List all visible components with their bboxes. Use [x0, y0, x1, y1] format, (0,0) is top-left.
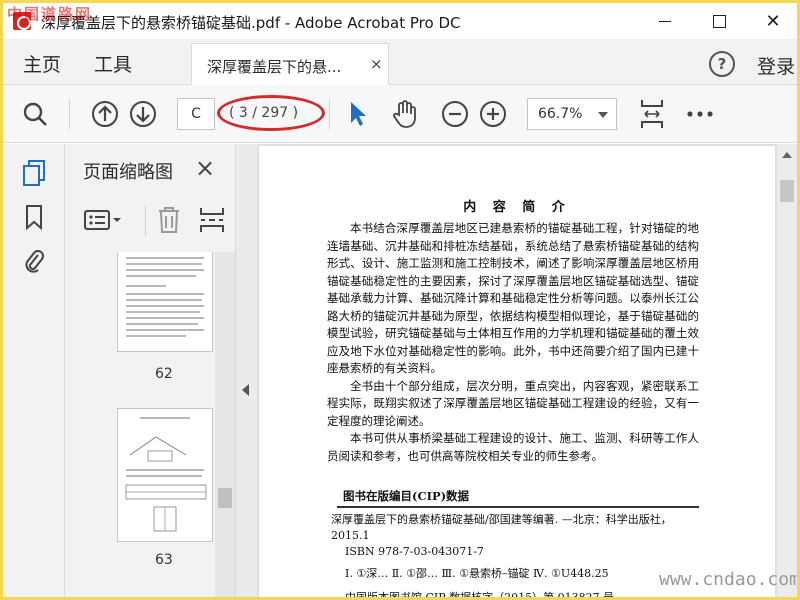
chevron-down-icon — [598, 112, 608, 118]
thumbnail-scroll-thumb[interactable] — [218, 488, 232, 508]
window-title: 深厚覆盖层下的悬索桥锚碇基础.pdf - Adobe Acrobat Pro D… — [41, 14, 461, 32]
body-paragraph: 本书结合深厚覆盖层地区已建悬索桥的锚碇基础工程，针对锚碇的地连墙基础、沉井基础和… — [327, 221, 699, 375]
watermark-top: 中国道路网 — [7, 5, 93, 23]
login-button[interactable]: 登录 — [757, 52, 795, 79]
cip-line: 深厚覆盖层下的悬索桥锚碇基础/邵国建等编著. —北京：科学出版社， — [331, 513, 672, 526]
close-window-button[interactable]: ✕ — [751, 3, 795, 39]
document-area: 内 容 简 介 本书结合深厚覆盖层地区已建悬索桥的锚碇基础工程，针对锚碇的地连墙… — [257, 144, 797, 600]
tab-tools[interactable]: 工具 — [94, 50, 132, 77]
thumbnail-page-number: 62 — [155, 366, 173, 382]
page-thumbnails-icon[interactable] — [19, 158, 49, 188]
zoom-out-icon[interactable] — [438, 97, 472, 131]
minimize-button[interactable] — [643, 3, 687, 39]
collapse-panel-icon[interactable] — [242, 384, 249, 396]
thumbnail-page[interactable] — [117, 408, 213, 542]
toolbar: C ( 3 / 297 ) 66.7% — [3, 85, 797, 143]
window-frame: 深厚覆盖层下的悬索桥锚碇基础.pdf - Adobe Acrobat Pro D… — [0, 0, 800, 600]
document-tab-label: 深厚覆盖层下的悬... — [207, 58, 342, 76]
zoom-level-value: 66.7% — [538, 106, 583, 122]
thumbnail-scrollbar[interactable] — [215, 252, 235, 597]
insert-page-icon[interactable] — [199, 206, 225, 238]
thumbnail-panel: 页面缩略图 × 62 63 — [65, 144, 235, 597]
document-tab[interactable]: 深厚覆盖层下的悬... × — [191, 43, 389, 85]
help-icon[interactable]: ? — [709, 51, 735, 77]
cip-rule — [337, 506, 699, 508]
maximize-button[interactable] — [697, 3, 741, 39]
thumbnail-options-icon[interactable] — [83, 208, 123, 236]
fit-page-icon[interactable] — [635, 97, 669, 131]
cip-line: 中国版本图书馆 CIP 数据核字（2015）第 013827 号 — [345, 591, 615, 600]
page-heading: 内 容 简 介 — [463, 200, 571, 215]
scroll-up-icon[interactable] — [782, 152, 792, 158]
previous-page-icon[interactable] — [88, 97, 122, 131]
hand-tool-icon[interactable] — [388, 97, 422, 131]
more-options-icon[interactable] — [683, 97, 717, 131]
page-number-input[interactable]: C — [177, 98, 215, 130]
close-tab-icon[interactable]: × — [370, 55, 383, 73]
page-body: 本书结合深厚覆盖层地区已建悬索桥的锚碇基础工程，针对锚碇的地连墙基础、沉井基础和… — [327, 220, 699, 465]
toolbar-separator — [329, 99, 330, 129]
next-page-icon[interactable] — [126, 97, 160, 131]
panel-title: 页面缩略图 — [83, 162, 173, 183]
cip-heading: 图书在版编目(CIP)数据 — [343, 489, 470, 503]
toolbar-separator — [69, 99, 70, 129]
tab-bar: 主页 工具 深厚覆盖层下的悬... × ? 登录 — [3, 39, 797, 85]
body-paragraph: 全书由十个部分组成，层次分明，重点突出，内容客观，紧密联系工程实际，既翔实叙述了… — [327, 378, 699, 428]
thumbnail-list: 62 63 — [65, 252, 215, 597]
thumbnail-page-number: 63 — [155, 552, 173, 568]
title-bar: 深厚覆盖层下的悬索桥锚碇基础.pdf - Adobe Acrobat Pro D… — [3, 3, 797, 39]
cip-line: ISBN 978-7-03-043071-7 — [345, 545, 484, 558]
panel-splitter[interactable] — [235, 144, 257, 597]
pdf-page: 内 容 简 介 本书结合深厚覆盖层地区已建悬索桥的锚碇基础工程，针对锚碇的地连墙… — [259, 146, 775, 600]
zoom-in-icon[interactable] — [476, 97, 510, 131]
search-icon[interactable] — [18, 97, 52, 131]
document-scrollbar[interactable] — [777, 144, 797, 597]
tab-home[interactable]: 主页 — [23, 50, 61, 77]
thumbnail-page[interactable] — [117, 252, 213, 352]
watermark-bottom: www.cndao.com — [659, 569, 800, 590]
thumbnail-tools — [65, 200, 235, 242]
cip-line: 2015.1 — [331, 529, 370, 542]
attachment-icon[interactable] — [19, 246, 49, 276]
annotation-oval — [217, 95, 325, 131]
zoom-level-select[interactable]: 66.7% — [527, 98, 617, 130]
body-paragraph: 本书可供从事桥梁基础工程建设的设计、施工、监测、科研等工作人员阅读和参考，也可供… — [327, 431, 699, 463]
close-panel-icon[interactable]: × — [195, 154, 215, 182]
left-rail — [3, 144, 65, 597]
document-scroll-thumb[interactable] — [780, 180, 794, 202]
tools-separator — [145, 206, 146, 236]
delete-page-icon[interactable] — [157, 206, 181, 238]
select-cursor-icon[interactable] — [341, 97, 375, 131]
bookmark-icon[interactable] — [19, 202, 49, 232]
